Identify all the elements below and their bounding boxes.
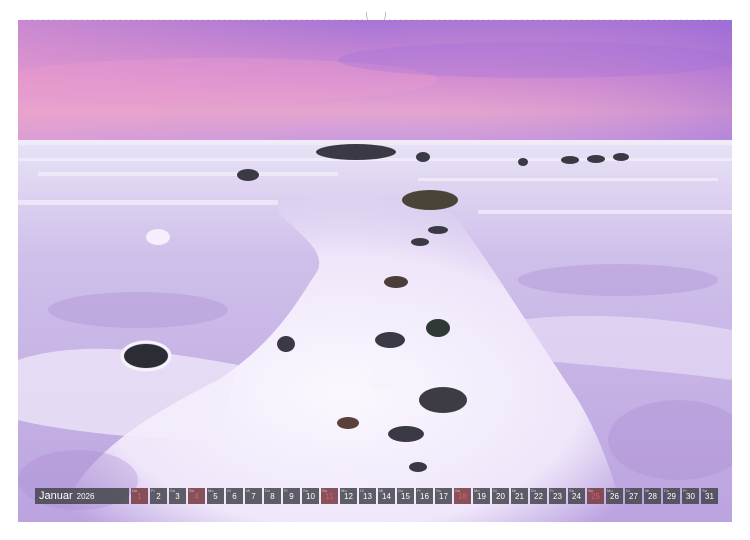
month-day-strip: Januar 2026 Do 1 Fr 2 Sa 3 So 4 Mo 5 Di 6 Mi 7 Do 8 Fr 9 S… <box>35 488 718 504</box>
day-cell: Fr 2 <box>150 488 167 504</box>
day-weekday: Do <box>531 488 537 493</box>
day-cell: Mo 12 <box>340 488 357 504</box>
day-weekday: Di <box>360 488 364 493</box>
day-cell: Do 1 <box>131 488 148 504</box>
day-cell: Di 6 <box>226 488 243 504</box>
day-number: 5 <box>213 492 218 501</box>
day-cell: So 25 <box>587 488 604 504</box>
day-number: 9 <box>289 492 294 501</box>
day-cell: Sa 24 <box>568 488 585 504</box>
day-number: 8 <box>270 492 275 501</box>
calendar-photo-frozen-shore <box>18 20 732 522</box>
day-number: 28 <box>648 492 657 501</box>
day-number: 12 <box>344 492 353 501</box>
day-cell: Mi 21 <box>511 488 528 504</box>
day-number: 25 <box>591 492 600 501</box>
month-label-cell: Januar 2026 <box>35 488 129 504</box>
day-cell: Do 29 <box>663 488 680 504</box>
day-cell: Mi 14 <box>378 488 395 504</box>
day-weekday: So <box>189 488 194 493</box>
day-weekday: Di <box>493 488 497 493</box>
day-cell: Sa 17 <box>435 488 452 504</box>
day-weekday: Do <box>132 488 138 493</box>
day-cell: Sa 31 <box>701 488 718 504</box>
day-number: 22 <box>534 492 543 501</box>
day-weekday: Di <box>626 488 630 493</box>
day-weekday: Mo <box>607 488 613 493</box>
day-cell: Mo 5 <box>207 488 224 504</box>
day-number: 18 <box>458 492 467 501</box>
day-weekday: Mi <box>512 488 517 493</box>
day-weekday: Mi <box>645 488 650 493</box>
day-number: 16 <box>420 492 429 501</box>
day-weekday: Fr <box>683 488 687 493</box>
day-number: 15 <box>401 492 410 501</box>
day-number: 11 <box>325 492 334 501</box>
day-weekday: So <box>455 488 460 493</box>
day-number: 20 <box>496 492 505 501</box>
month-name: Januar <box>39 490 73 502</box>
day-number: 26 <box>610 492 619 501</box>
day-weekday: Sa <box>569 488 574 493</box>
day-cell: Sa 10 <box>302 488 319 504</box>
day-weekday: Di <box>227 488 231 493</box>
day-cell: Do 15 <box>397 488 414 504</box>
day-cell: Fr 16 <box>416 488 433 504</box>
day-weekday: Mo <box>341 488 347 493</box>
day-weekday: Do <box>265 488 271 493</box>
day-number: 29 <box>667 492 676 501</box>
day-number: 3 <box>175 492 180 501</box>
day-cell: Di 13 <box>359 488 376 504</box>
day-weekday: Fr <box>550 488 554 493</box>
day-number: 13 <box>363 492 372 501</box>
day-number: 7 <box>251 492 256 501</box>
day-weekday: Sa <box>170 488 175 493</box>
day-number: 19 <box>477 492 486 501</box>
day-cell: Di 20 <box>492 488 509 504</box>
day-cell: Do 8 <box>264 488 281 504</box>
day-number: 23 <box>553 492 562 501</box>
day-cell: Fr 23 <box>549 488 566 504</box>
day-weekday: Mo <box>208 488 214 493</box>
day-number: 27 <box>629 492 638 501</box>
day-weekday: Sa <box>436 488 441 493</box>
day-number: 14 <box>382 492 391 501</box>
day-weekday: Sa <box>303 488 308 493</box>
day-cell: Fr 30 <box>682 488 699 504</box>
day-number: 4 <box>194 492 199 501</box>
day-weekday: So <box>322 488 327 493</box>
day-weekday: Fr <box>417 488 421 493</box>
day-number: 10 <box>306 492 315 501</box>
day-weekday: So <box>588 488 593 493</box>
day-number: 24 <box>572 492 581 501</box>
day-cell: So 11 <box>321 488 338 504</box>
month-year: 2026 <box>76 491 95 501</box>
day-weekday: Mi <box>379 488 384 493</box>
day-weekday: Do <box>398 488 404 493</box>
day-number: 1 <box>137 492 142 501</box>
day-number: 30 <box>686 492 695 501</box>
day-cell: Sa 3 <box>169 488 186 504</box>
day-weekday: Mi <box>246 488 251 493</box>
day-cell: Fr 9 <box>283 488 300 504</box>
day-weekday: Do <box>664 488 670 493</box>
day-number: 31 <box>705 492 714 501</box>
day-number: 6 <box>232 492 237 501</box>
day-cell: Mi 28 <box>644 488 661 504</box>
day-number: 21 <box>515 492 524 501</box>
day-weekday: Fr <box>151 488 155 493</box>
day-weekday: Fr <box>284 488 288 493</box>
day-cell: So 18 <box>454 488 471 504</box>
day-cell: Mi 7 <box>245 488 262 504</box>
day-number: 2 <box>156 492 161 501</box>
day-number: 17 <box>439 492 448 501</box>
day-weekday: Mo <box>474 488 480 493</box>
day-cell: Mo 26 <box>606 488 623 504</box>
day-cell: Mo 19 <box>473 488 490 504</box>
day-cell: Di 27 <box>625 488 642 504</box>
day-cell: So 4 <box>188 488 205 504</box>
day-weekday: Sa <box>702 488 707 493</box>
day-cell: Do 22 <box>530 488 547 504</box>
